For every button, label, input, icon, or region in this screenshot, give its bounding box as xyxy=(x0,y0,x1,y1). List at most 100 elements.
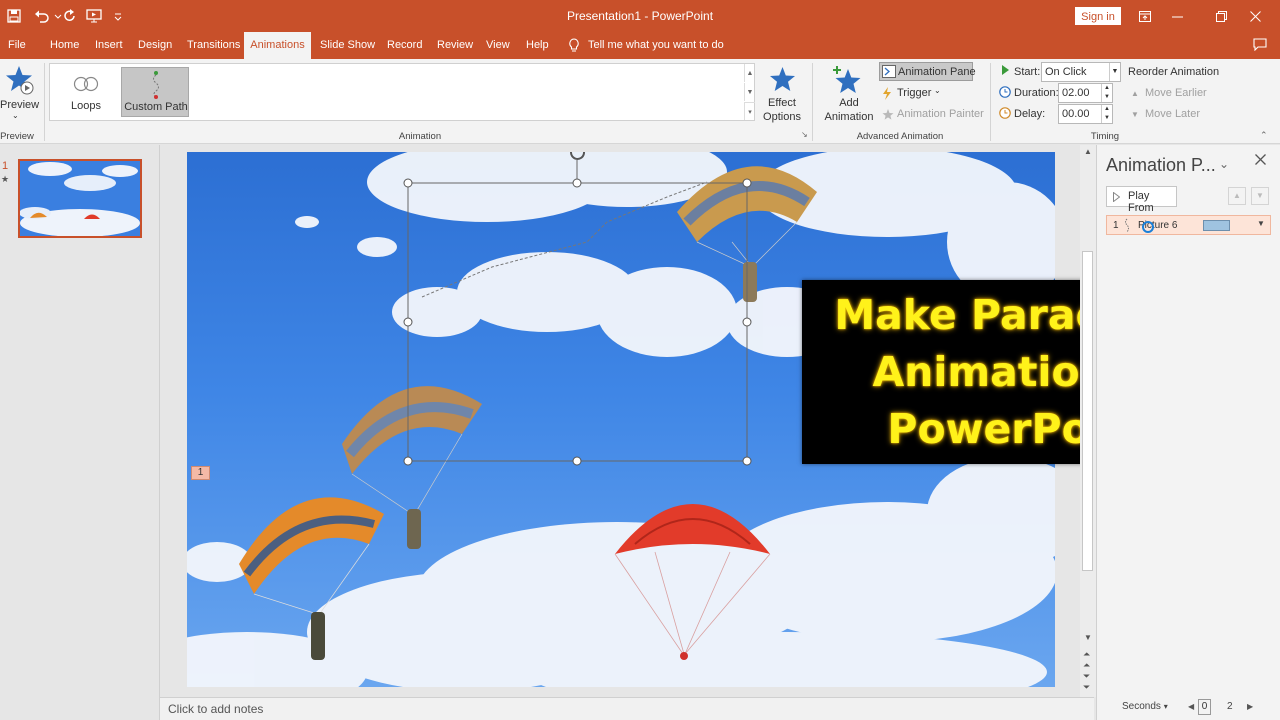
delay-spinner-icon[interactable]: ▲ ▼ xyxy=(1101,105,1112,123)
slide-number: 1 xyxy=(2,160,9,172)
timeline-scroll-right-icon[interactable]: ▶ xyxy=(1247,702,1253,711)
animation-item-picture-6[interactable]: 1 Picture 6 ▼ xyxy=(1106,215,1271,235)
gallery-scroll-down-icon[interactable]: ▼ xyxy=(744,83,755,101)
customize-toolbar-icon[interactable] xyxy=(108,6,128,26)
group-timing-label: Timing xyxy=(1090,131,1120,142)
effect-options-button[interactable]: Effect Options xyxy=(757,63,809,127)
timeline-scroll-left-icon[interactable]: ◀ xyxy=(1188,702,1194,711)
tab-transitions[interactable]: Transitions xyxy=(181,32,246,59)
scroll-up-icon[interactable]: ▲ xyxy=(1084,147,1092,156)
ribbon-tabs: File Home Insert Design Transitions Anim… xyxy=(0,32,1280,59)
previous-slide-icon[interactable]: ⏶ ⏶ xyxy=(1083,649,1090,671)
effect-options-star-icon xyxy=(770,67,795,91)
animation-pane: Animation P... ⌄ Play From ▲ ▼ 1 Picture… xyxy=(1096,145,1280,720)
move-earlier-label: Move Earlier xyxy=(1144,87,1207,99)
thumbnail-image xyxy=(20,161,140,236)
start-label: Start: xyxy=(1014,66,1041,78)
restore-icon[interactable] xyxy=(1206,4,1236,28)
move-later-label: Move Later xyxy=(1144,108,1201,120)
tab-help[interactable]: Help xyxy=(520,32,555,59)
animation-painter-icon xyxy=(882,109,894,120)
tell-me-search[interactable]: Tell me what you want to do xyxy=(568,32,724,59)
animation-painter-button[interactable]: Animation Painter xyxy=(881,106,984,124)
animation-gallery: Loops Custom Path ▲ ▼ ▾ xyxy=(49,63,755,121)
preview-star-icon xyxy=(6,66,34,95)
add-animation-label-line1: Add xyxy=(839,97,859,109)
scroll-thumb[interactable] xyxy=(1082,251,1093,571)
animation-order-tag[interactable]: 1 xyxy=(191,466,210,480)
close-pane-icon[interactable] xyxy=(1255,154,1266,168)
animation-custom-path[interactable]: Custom Path xyxy=(121,67,189,117)
ribbon-animations: Preview ⌄ Preview Loops Custom Path ▲ ▼ … xyxy=(0,59,1280,144)
duration-input[interactable]: 02.00 ▲ ▼ xyxy=(1058,83,1113,103)
tab-review[interactable]: Review xyxy=(431,32,479,59)
animation-dialog-launcher-icon[interactable]: ↘ xyxy=(801,130,808,139)
move-later-button[interactable]: ▼ Move Later xyxy=(1131,108,1200,124)
minimize-icon[interactable] xyxy=(1162,4,1192,28)
tab-home[interactable]: Home xyxy=(44,32,85,59)
item-dropdown-icon[interactable]: ▼ xyxy=(1257,219,1265,228)
ribbon-display-options-icon[interactable] xyxy=(1130,4,1160,28)
tab-view[interactable]: View xyxy=(480,32,516,59)
clock-icon xyxy=(999,86,1011,101)
delay-value: 00.00 xyxy=(1062,108,1090,120)
group-advanced-animation-label: Advanced Animation xyxy=(856,131,944,142)
custom-path-label: Custom Path xyxy=(124,101,188,113)
group-preview-label: Preview xyxy=(0,131,34,142)
duration-spinner-icon[interactable]: ▲ ▼ xyxy=(1101,84,1112,102)
slide-scrollbar[interactable]: ▲ ▼ ⏶ ⏶ ⏷ ⏷ xyxy=(1080,145,1096,697)
effect-options-label-line1: Effect xyxy=(768,97,796,109)
start-from-beginning-icon[interactable] xyxy=(84,6,104,26)
play-from-button[interactable]: Play From xyxy=(1106,186,1177,214)
rotate-handle-icon[interactable] xyxy=(568,152,588,163)
notes-area[interactable]: Click to add notes xyxy=(160,697,1094,720)
animation-pane-icon xyxy=(882,65,896,78)
gallery-more-icon[interactable]: ▾ xyxy=(744,102,755,120)
close-window-icon[interactable] xyxy=(1240,4,1270,28)
seconds-dropdown-icon: ▾ xyxy=(1163,702,1168,711)
slide-thumbnail-1[interactable] xyxy=(18,159,142,238)
animation-pane-title: Animation P... xyxy=(1106,155,1216,175)
seconds-dropdown[interactable]: Seconds ▾ xyxy=(1122,701,1168,712)
next-slide-icon[interactable]: ⏷ ⏷ xyxy=(1083,671,1090,693)
sign-in-button[interactable]: Sign in xyxy=(1075,7,1121,25)
tell-me-text: Tell me what you want to do xyxy=(588,39,724,51)
pane-options-icon[interactable]: ⌄ xyxy=(1219,157,1229,171)
timeline-bar[interactable] xyxy=(1203,220,1230,231)
seconds-label: Seconds xyxy=(1122,701,1161,712)
save-icon[interactable] xyxy=(4,6,24,26)
move-down-icon[interactable]: ▼ xyxy=(1251,187,1269,205)
preview-label: Preview xyxy=(0,99,40,111)
play-icon xyxy=(1113,192,1120,202)
move-later-arrow-icon: ▼ xyxy=(1131,110,1139,119)
animation-painter-label: Animation Painter xyxy=(897,108,984,120)
move-earlier-button[interactable]: ▲ Move Earlier xyxy=(1131,87,1207,103)
animation-pane-button[interactable]: Animation Pane xyxy=(879,62,976,81)
custom-path-small-icon xyxy=(1125,218,1129,233)
trigger-dropdown-icon: ⌄ xyxy=(934,86,941,95)
duration-value: 02.00 xyxy=(1062,87,1090,99)
gallery-scroll-up-icon[interactable]: ▲ xyxy=(744,64,755,82)
tab-insert[interactable]: Insert xyxy=(89,32,129,59)
loops-label: Loops xyxy=(71,100,101,112)
start-dropdown[interactable]: On Click ▼ xyxy=(1041,62,1121,82)
animation-loops[interactable]: Loops xyxy=(52,67,120,117)
trigger-button[interactable]: Trigger ⌄ xyxy=(881,85,961,103)
collapse-ribbon-icon[interactable]: ⌃ xyxy=(1260,130,1268,141)
start-value: On Click xyxy=(1045,66,1087,78)
delay-input[interactable]: 00.00 ▲ ▼ xyxy=(1058,104,1113,124)
tab-record[interactable]: Record xyxy=(381,32,428,59)
lightning-icon xyxy=(883,87,891,100)
tab-file[interactable]: File xyxy=(2,32,32,59)
tab-slide-show[interactable]: Slide Show xyxy=(314,32,381,59)
tab-design[interactable]: Design xyxy=(132,32,178,59)
redo-icon[interactable] xyxy=(60,6,80,26)
scroll-down-icon[interactable]: ▼ xyxy=(1084,633,1092,642)
separator xyxy=(990,63,991,141)
move-up-icon[interactable]: ▲ xyxy=(1228,187,1246,205)
add-animation-button[interactable]: Add Animation xyxy=(818,63,878,127)
tab-animations[interactable]: Animations xyxy=(244,32,311,59)
preview-button[interactable]: Preview ⌄ xyxy=(0,63,40,125)
effect-options-label-line2: Options xyxy=(763,111,801,123)
comments-icon[interactable] xyxy=(1253,38,1267,54)
